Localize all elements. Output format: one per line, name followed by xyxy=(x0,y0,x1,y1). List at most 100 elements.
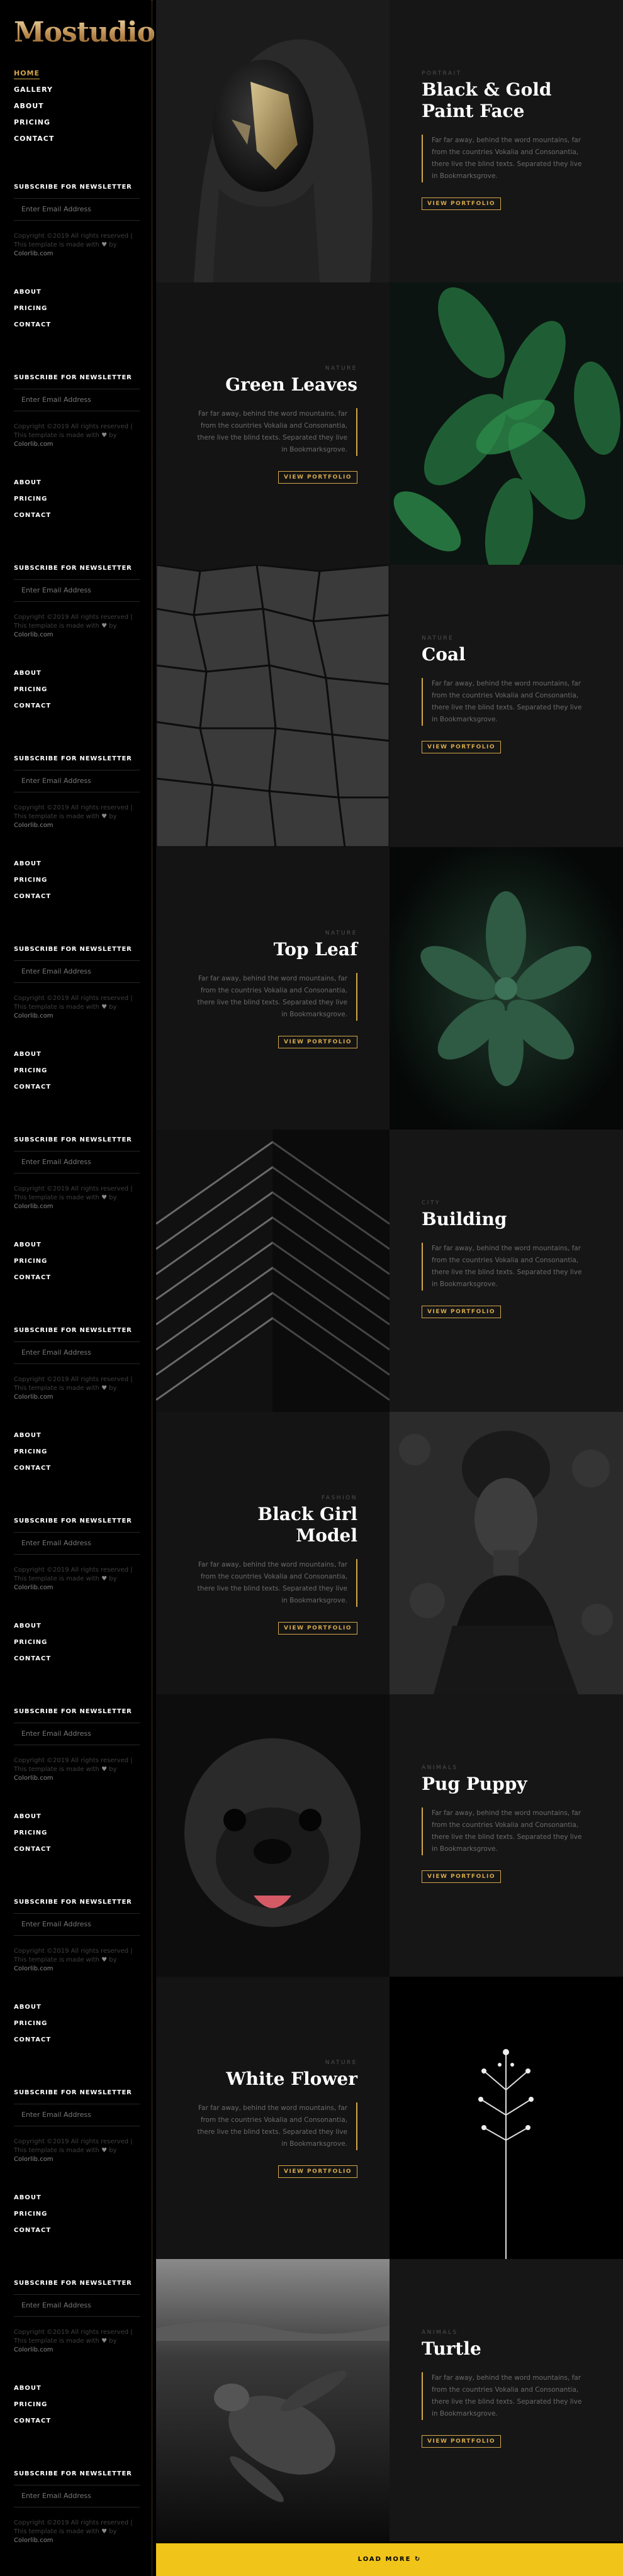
nav-item-pricing[interactable]: PRICING xyxy=(14,682,140,698)
nav-item-about[interactable]: ABOUT xyxy=(14,856,140,872)
email-field[interactable]: Enter Email Address xyxy=(14,198,140,221)
newsletter-title: SUBSCRIBE FOR NEWSLETTER xyxy=(14,565,132,572)
nav-item-about[interactable]: ABOUT xyxy=(14,284,140,301)
colorlib-link[interactable]: Colorlib.com xyxy=(14,1774,140,1783)
nav-item-contact[interactable]: CONTACT xyxy=(14,2413,140,2429)
nav-item-about[interactable]: ABOUT xyxy=(14,475,140,491)
view-portfolio-button[interactable]: VIEW PORTFOLIO xyxy=(422,1306,501,1318)
email-field[interactable]: Enter Email Address xyxy=(14,770,140,792)
nav-item-contact[interactable]: CONTACT xyxy=(14,2032,140,2048)
email-field[interactable]: Enter Email Address xyxy=(14,1913,140,1936)
colorlib-link[interactable]: Colorlib.com xyxy=(14,1012,140,1021)
view-portfolio-button[interactable]: VIEW PORTFOLIO xyxy=(422,741,501,753)
portfolio-image[interactable] xyxy=(390,1977,623,2259)
nav-item-pricing[interactable]: PRICING xyxy=(14,2206,140,2223)
nav-item-about[interactable]: ABOUT xyxy=(14,1618,140,1635)
nav-item-contact[interactable]: CONTACT xyxy=(14,317,140,333)
colorlib-link[interactable]: Colorlib.com xyxy=(14,1584,140,1592)
nav-item-pricing[interactable]: PRICING xyxy=(14,491,140,508)
portfolio-image[interactable] xyxy=(156,0,390,282)
portfolio-title[interactable]: Turtle xyxy=(422,2338,582,2360)
portfolio-title[interactable]: White Flower xyxy=(197,2068,357,2090)
colorlib-link[interactable]: Colorlib.com xyxy=(14,1965,140,1974)
view-portfolio-button[interactable]: VIEW PORTFOLIO xyxy=(278,471,357,484)
nav-item-pricing[interactable]: PRICING xyxy=(14,114,54,131)
view-portfolio-button[interactable]: VIEW PORTFOLIO xyxy=(278,1036,357,1048)
colorlib-link[interactable]: Colorlib.com xyxy=(14,1202,140,1211)
email-field[interactable]: Enter Email Address xyxy=(14,1151,140,1174)
portfolio-image[interactable] xyxy=(156,1130,390,1412)
portfolio-title[interactable]: Top Leaf xyxy=(197,939,357,960)
colorlib-link[interactable]: Colorlib.com xyxy=(14,2536,140,2545)
load-more-button[interactable]: LOAD MORE ↻ xyxy=(156,2543,623,2576)
nav-item-gallery[interactable]: GALLERY xyxy=(14,82,54,98)
view-portfolio-button[interactable]: VIEW PORTFOLIO xyxy=(422,1870,501,1883)
colorlib-link[interactable]: Colorlib.com xyxy=(14,821,140,830)
nav-item-about[interactable]: ABOUT xyxy=(14,2380,140,2397)
portfolio-title[interactable]: Black & Gold Paint Face xyxy=(422,79,582,122)
email-field[interactable]: Enter Email Address xyxy=(14,579,140,602)
colorlib-link[interactable]: Colorlib.com xyxy=(14,2346,140,2355)
nav-item-home[interactable]: HOME xyxy=(14,65,54,82)
nav-item-about[interactable]: ABOUT xyxy=(14,1046,140,1063)
email-field[interactable]: Enter Email Address xyxy=(14,1532,140,1555)
portfolio-image[interactable] xyxy=(390,847,623,1130)
colorlib-link[interactable]: Colorlib.com xyxy=(14,2155,140,2164)
nav-item-contact[interactable]: CONTACT xyxy=(14,698,140,714)
nav-item-contact[interactable]: CONTACT xyxy=(14,131,54,147)
nav-item-pricing[interactable]: PRICING xyxy=(14,1825,140,1841)
nav-item-about[interactable]: ABOUT xyxy=(14,1809,140,1825)
email-field[interactable]: Enter Email Address xyxy=(14,2485,140,2507)
portfolio-image[interactable] xyxy=(156,2259,390,2541)
portfolio-title[interactable]: Coal xyxy=(422,644,582,665)
portfolio-image[interactable] xyxy=(156,1694,390,1977)
nav-item-about[interactable]: ABOUT xyxy=(14,98,54,114)
nav-item-pricing[interactable]: PRICING xyxy=(14,2016,140,2032)
colorlib-link[interactable]: Colorlib.com xyxy=(14,250,140,258)
nav-item-about[interactable]: ABOUT xyxy=(14,2190,140,2206)
nav-item-contact[interactable]: CONTACT xyxy=(14,1079,140,1096)
nav-item-contact[interactable]: CONTACT xyxy=(14,1841,140,1858)
portfolio-title[interactable]: Green Leaves xyxy=(197,374,357,396)
copyright-text: Copyright ©2019 All rights reserved | Thi… xyxy=(14,2138,140,2164)
nav-item-contact[interactable]: CONTACT xyxy=(14,2223,140,2239)
nav-item-pricing[interactable]: PRICING xyxy=(14,1063,140,1079)
email-field[interactable]: Enter Email Address xyxy=(14,960,140,983)
nav-item-pricing[interactable]: PRICING xyxy=(14,2397,140,2413)
nav-item-pricing[interactable]: PRICING xyxy=(14,1253,140,1270)
colorlib-link[interactable]: Colorlib.com xyxy=(14,631,140,640)
nav-item-about[interactable]: ABOUT xyxy=(14,1428,140,1444)
portfolio-title[interactable]: Building xyxy=(422,1209,582,1230)
view-portfolio-button[interactable]: VIEW PORTFOLIO xyxy=(278,1622,357,1635)
portfolio-item: NATURE Green Leaves Far far away, behind… xyxy=(156,282,623,565)
nav-item-about[interactable]: ABOUT xyxy=(14,2571,140,2576)
portfolio-image[interactable] xyxy=(156,565,390,847)
email-field[interactable]: Enter Email Address xyxy=(14,2104,140,2126)
view-portfolio-button[interactable]: VIEW PORTFOLIO xyxy=(422,197,501,210)
nav-item-pricing[interactable]: PRICING xyxy=(14,301,140,317)
portfolio-image[interactable] xyxy=(390,1412,623,1694)
nav-item-contact[interactable]: CONTACT xyxy=(14,889,140,905)
portfolio-title[interactable]: Black Girl Model xyxy=(197,1504,357,1546)
nav-item-contact[interactable]: CONTACT xyxy=(14,1460,140,1477)
email-field[interactable]: Enter Email Address xyxy=(14,2294,140,2317)
nav-item-contact[interactable]: CONTACT xyxy=(14,1651,140,1667)
view-portfolio-button[interactable]: VIEW PORTFOLIO xyxy=(422,2435,501,2448)
nav-item-pricing[interactable]: PRICING xyxy=(14,872,140,889)
nav-item-contact[interactable]: CONTACT xyxy=(14,508,140,524)
nav-item-about[interactable]: ABOUT xyxy=(14,1999,140,2016)
colorlib-link[interactable]: Colorlib.com xyxy=(14,440,140,449)
email-field[interactable]: Enter Email Address xyxy=(14,1723,140,1745)
email-field[interactable]: Enter Email Address xyxy=(14,1341,140,1364)
colorlib-link[interactable]: Colorlib.com xyxy=(14,1393,140,1402)
portfolio-image[interactable] xyxy=(390,282,623,565)
nav-item-contact[interactable]: CONTACT xyxy=(14,1270,140,1286)
nav-item-about[interactable]: ABOUT xyxy=(14,665,140,682)
site-logo[interactable]: Mostudio xyxy=(14,16,154,48)
email-field[interactable]: Enter Email Address xyxy=(14,389,140,411)
portfolio-title[interactable]: Pug Puppy xyxy=(422,1774,582,1795)
nav-item-pricing[interactable]: PRICING xyxy=(14,1444,140,1460)
nav-item-about[interactable]: ABOUT xyxy=(14,1237,140,1253)
view-portfolio-button[interactable]: VIEW PORTFOLIO xyxy=(278,2165,357,2178)
nav-item-pricing[interactable]: PRICING xyxy=(14,1635,140,1651)
